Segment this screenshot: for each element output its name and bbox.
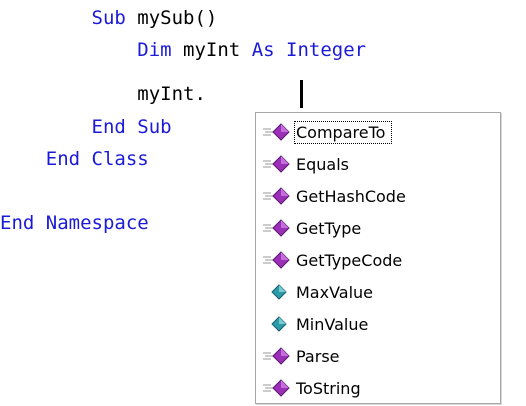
intellisense-list[interactable]: CompareTo Equals GetHashCode GetType GetType…: [256, 113, 500, 403]
completion-item-maxvalue[interactable]: MaxValue: [256, 276, 500, 308]
field-icon: [262, 281, 296, 303]
completion-item-compareto[interactable]: CompareTo: [256, 116, 500, 148]
text-caret: [300, 80, 303, 108]
intellisense-popup[interactable]: CompareTo Equals GetHashCode GetType GetType…: [255, 112, 501, 404]
completion-item-label: GetType: [296, 218, 362, 238]
completion-item-equals[interactable]: Equals: [256, 148, 500, 180]
completion-item-label: Equals: [296, 154, 349, 174]
completion-item-label: ToString: [296, 378, 361, 398]
method-icon: [262, 153, 296, 175]
code-keyword: End Namespace: [0, 212, 149, 234]
code-keyword: End Sub: [91, 116, 172, 138]
completion-item-label: MaxValue: [296, 282, 374, 302]
completion-item-parse[interactable]: Parse: [256, 340, 500, 372]
code-line-end-class: End Class: [0, 143, 149, 175]
code-keyword: Sub: [91, 7, 126, 29]
completion-item-gettypecode[interactable]: GetTypeCode: [256, 244, 500, 276]
completion-item-gethashcode[interactable]: GetHashCode: [256, 180, 500, 212]
code-line-end-sub: End Sub: [0, 111, 172, 143]
code-keyword: Dim: [137, 39, 172, 61]
method-icon: [262, 185, 296, 207]
code-keyword: End Class: [45, 148, 149, 170]
method-icon: [262, 345, 296, 367]
completion-item-label: MinValue: [296, 314, 369, 334]
method-icon: [262, 377, 296, 399]
code-line-dim: Dim myInt As Integer: [0, 34, 366, 66]
code-line-member-access: myInt.: [0, 78, 206, 110]
field-icon: [262, 313, 296, 335]
completion-item-minvalue[interactable]: MinValue: [256, 308, 500, 340]
code-line-end-namespace: End Namespace: [0, 207, 149, 239]
method-icon: [262, 217, 296, 239]
completion-item-label: GetTypeCode: [296, 250, 403, 270]
method-icon: [262, 249, 296, 271]
completion-item-gettype[interactable]: GetType: [256, 212, 500, 244]
completion-item-label: GetHashCode: [296, 186, 406, 206]
completion-item-label: CompareTo: [293, 120, 393, 144]
code-identifier: [275, 39, 286, 61]
code-identifier: myInt: [171, 39, 252, 61]
code-line-sub: Sub mySub(): [0, 2, 218, 34]
method-icon: [262, 121, 296, 143]
code-keyword: Integer: [286, 39, 367, 61]
code-identifier: mySub(): [125, 7, 218, 29]
code-keyword: As: [251, 39, 275, 61]
completion-item-tostring[interactable]: ToString: [256, 372, 500, 403]
completion-item-label: Parse: [296, 346, 340, 366]
code-identifier: myInt.: [137, 83, 206, 105]
